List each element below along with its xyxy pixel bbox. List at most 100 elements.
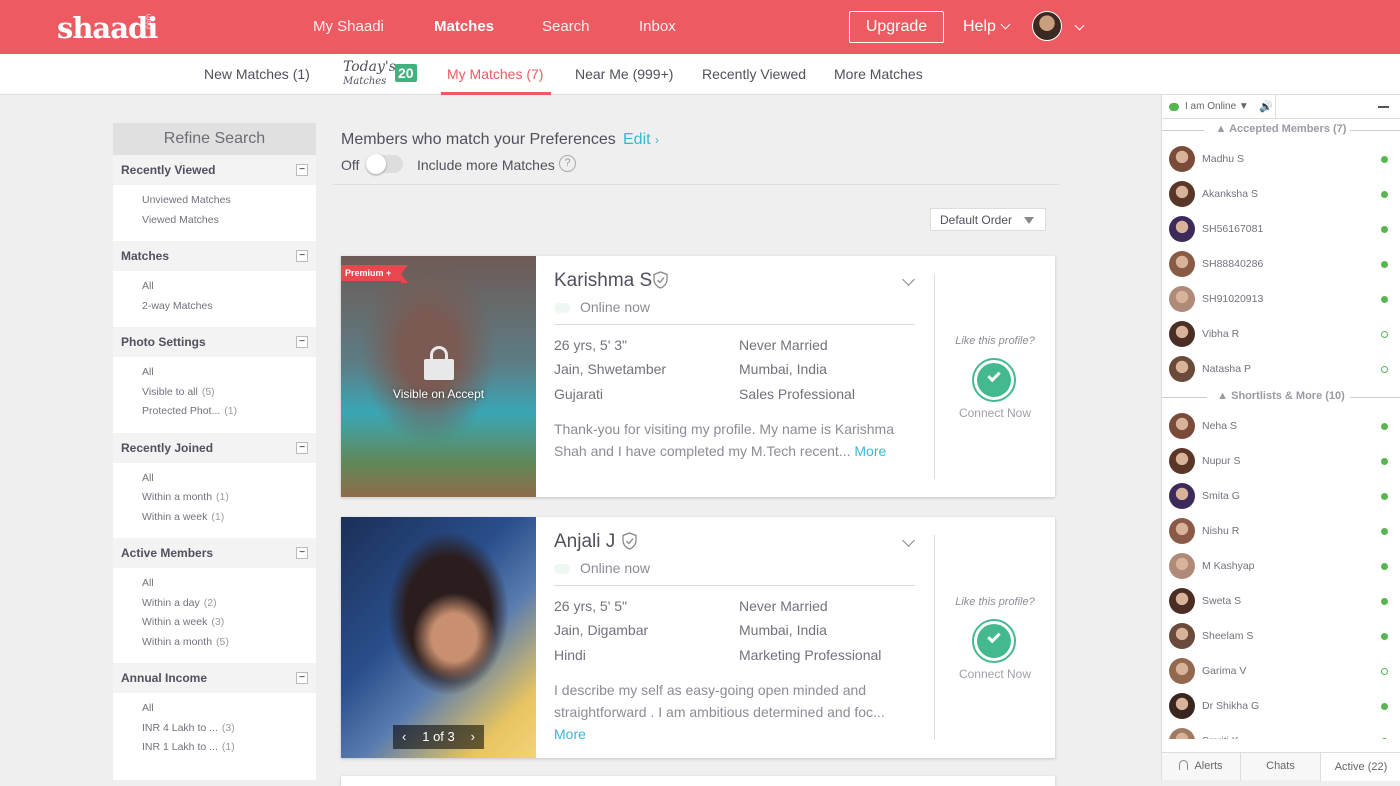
- user-avatar[interactable]: [1032, 11, 1062, 41]
- chat-member[interactable]: Sheelam S: [1162, 618, 1400, 653]
- profile-photo-blurred[interactable]: Premium + Visible on Accept: [341, 256, 536, 497]
- chat-member[interactable]: Nishu R: [1162, 513, 1400, 548]
- nav-my-shaadi[interactable]: My Shaadi: [313, 18, 384, 35]
- collapse-icon[interactable]: −: [296, 672, 308, 684]
- tab-active[interactable]: Active (22): [1321, 753, 1400, 781]
- chevron-right-icon[interactable]: ›: [471, 725, 475, 749]
- collapse-icon[interactable]: −: [296, 441, 308, 454]
- divider: [554, 585, 915, 586]
- refine-option[interactable]: All: [113, 280, 316, 300]
- chat-member[interactable]: SH56167081: [1162, 211, 1400, 246]
- chat-member[interactable]: Nupur S: [1162, 443, 1400, 478]
- chat-member[interactable]: SH91020913: [1162, 281, 1400, 316]
- sort-order-select[interactable]: Default Order: [930, 208, 1046, 231]
- refine-search-title: Refine Search: [113, 123, 316, 155]
- refine-option[interactable]: Within a week (3): [113, 616, 316, 636]
- chat-member[interactable]: Neha S: [1162, 408, 1400, 443]
- chat-member[interactable]: M Kashyap: [1162, 548, 1400, 583]
- online-status-dot: [1381, 633, 1388, 640]
- shortlists-header[interactable]: ▲ Shortlists & More (10): [1162, 386, 1400, 408]
- collapse-icon[interactable]: −: [296, 336, 308, 348]
- chat-member[interactable]: Dr Shikha G: [1162, 688, 1400, 723]
- read-more-link[interactable]: More: [554, 726, 586, 742]
- refine-section-header[interactable]: Active Members −: [113, 538, 316, 568]
- accepted-members-header[interactable]: ▲ Accepted Members (7): [1162, 119, 1400, 141]
- collapse-icon[interactable]: −: [296, 164, 308, 176]
- refine-option[interactable]: Within a week (1): [113, 511, 316, 531]
- help-menu[interactable]: Help: [963, 18, 1011, 36]
- refine-section-header[interactable]: Annual Income −: [113, 663, 316, 693]
- chevron-down-icon[interactable]: [902, 273, 915, 286]
- refine-option[interactable]: Unviewed Matches: [113, 194, 316, 214]
- include-more-toggle[interactable]: [366, 154, 403, 174]
- refine-option[interactable]: INR 4 Lakh to ... (3): [113, 722, 316, 742]
- refine-option[interactable]: Viewed Matches: [113, 214, 316, 234]
- tab-alerts[interactable]: Alerts: [1162, 753, 1241, 781]
- upgrade-button[interactable]: Upgrade: [849, 11, 944, 43]
- connect-check-button[interactable]: [972, 619, 1016, 663]
- refine-option[interactable]: Visible to all (5): [113, 386, 316, 406]
- refine-section-header[interactable]: Photo Settings −: [113, 327, 316, 357]
- edit-preferences-link[interactable]: Edit ›: [623, 131, 659, 149]
- profile-name[interactable]: Karishma S: [554, 270, 652, 292]
- refine-option[interactable]: Within a day (2): [113, 597, 316, 617]
- tab-near-me[interactable]: Near Me (999+): [575, 66, 673, 82]
- chat-member[interactable]: Madhu S: [1162, 141, 1400, 176]
- refine-option[interactable]: INR 1 Lakh to ... (1): [113, 741, 316, 761]
- refine-option[interactable]: All: [113, 366, 316, 386]
- chat-member[interactable]: Natasha P: [1162, 351, 1400, 386]
- online-status-dot: [1381, 261, 1388, 268]
- refine-option[interactable]: All: [113, 702, 316, 722]
- refine-section-title: Annual Income: [121, 671, 208, 685]
- refine-option[interactable]: All: [113, 472, 316, 492]
- chat-member-name: Nishu R: [1202, 525, 1240, 537]
- profile-name[interactable]: Anjali J: [554, 531, 615, 553]
- refine-option[interactable]: 2-way Matches: [113, 300, 316, 320]
- refine-option-label: Visible to all: [142, 385, 198, 398]
- chat-member[interactable]: SH88840286: [1162, 246, 1400, 281]
- collapse-icon[interactable]: −: [296, 250, 308, 262]
- tab-recently-viewed[interactable]: Recently Viewed: [702, 66, 806, 82]
- avatar: [1169, 728, 1195, 739]
- tab-more-matches[interactable]: More Matches: [834, 66, 923, 82]
- minimize-icon[interactable]: [1378, 106, 1389, 108]
- refine-option[interactable]: Within a month (1): [113, 491, 316, 511]
- refine-section-title: Active Members: [121, 546, 214, 560]
- connect-check-button[interactable]: [972, 358, 1016, 402]
- chat-member[interactable]: Vibha R: [1162, 316, 1400, 351]
- nav-matches[interactable]: Matches: [434, 18, 494, 35]
- chevron-left-icon[interactable]: ‹: [402, 725, 406, 749]
- refine-section-header[interactable]: Recently Viewed −: [113, 155, 316, 185]
- speaker-icon[interactable]: 🔊: [1259, 100, 1273, 113]
- nav-inbox[interactable]: Inbox: [639, 18, 676, 35]
- nav-search[interactable]: Search: [542, 18, 590, 35]
- refine-section-header[interactable]: Recently Joined −: [113, 432, 316, 463]
- refine-section-header[interactable]: Matches −: [113, 241, 316, 271]
- connect-now-label[interactable]: Connect Now: [935, 406, 1055, 420]
- chat-member[interactable]: Smita G: [1162, 478, 1400, 513]
- help-icon[interactable]: ?: [559, 155, 576, 172]
- profile-photo[interactable]: ‹ 1 of 3 ›: [341, 517, 536, 758]
- chat-member[interactable]: Garima V: [1162, 653, 1400, 688]
- avatar: [1169, 181, 1195, 207]
- avatar: [1169, 658, 1195, 684]
- shaadi-logo[interactable]: shaadi: [57, 11, 158, 45]
- alerts-label: Alerts: [1194, 760, 1223, 772]
- chat-member[interactable]: Smriti K: [1162, 723, 1400, 739]
- connect-now-label[interactable]: Connect Now: [935, 667, 1055, 681]
- chat-member[interactable]: Sweta S: [1162, 583, 1400, 618]
- online-status-select[interactable]: I am Online ▼: [1185, 101, 1249, 112]
- refine-option[interactable]: Protected Phot... (1): [113, 405, 316, 425]
- chat-member-name: Sweta S: [1202, 595, 1242, 607]
- refine-option[interactable]: Within a month (5): [113, 636, 316, 656]
- chat-member[interactable]: Akanksha S: [1162, 176, 1400, 211]
- tab-my-matches[interactable]: My Matches (7): [447, 66, 543, 82]
- collapse-icon[interactable]: −: [296, 547, 308, 559]
- bio-text: Thank-you for visiting my profile. My na…: [554, 421, 894, 459]
- chevron-down-icon[interactable]: [902, 534, 915, 547]
- read-more-link[interactable]: More: [854, 443, 886, 459]
- refine-option[interactable]: All: [113, 577, 316, 597]
- tab-chats[interactable]: Chats: [1241, 753, 1321, 781]
- tab-new-matches[interactable]: New Matches (1): [204, 66, 310, 82]
- account-menu-toggle[interactable]: [1070, 19, 1085, 37]
